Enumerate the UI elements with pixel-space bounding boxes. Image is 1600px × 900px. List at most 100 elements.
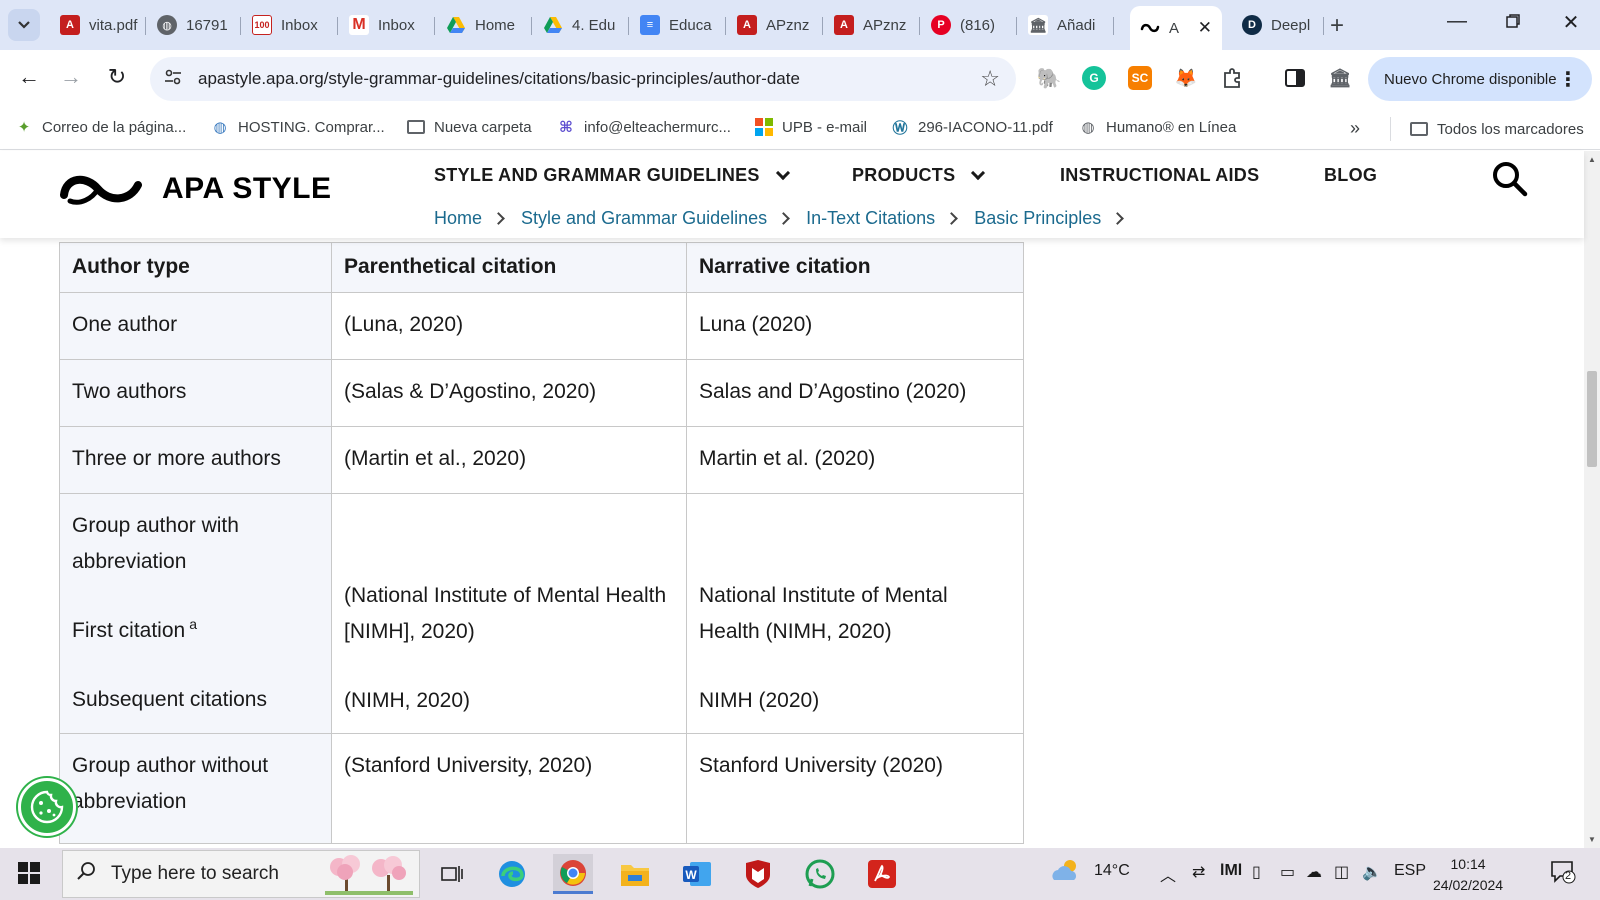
sync-icon[interactable]: ⇄ — [1192, 862, 1205, 882]
folder-icon — [406, 118, 426, 136]
bookmark-item[interactable]: ⌘ info@elteachermurc... — [556, 118, 731, 137]
more-bookmarks-icon[interactable]: » — [1350, 118, 1360, 139]
browser-tab[interactable]: D Deepl — [1232, 8, 1324, 42]
weather-temp[interactable]: 14°C — [1094, 862, 1130, 880]
table-row: Two authors (Salas & D’Agostino, 2020) S… — [59, 359, 1024, 427]
acrobat-icon[interactable] — [862, 854, 902, 894]
browser-tab[interactable]: A vita.pdf — [50, 8, 146, 42]
browser-tab[interactable]: P (816) — [921, 8, 1017, 42]
taskbar-search-box[interactable]: Type here to search — [62, 850, 420, 898]
tab-search-button[interactable] — [8, 9, 40, 41]
side-panel-icon[interactable] — [1283, 66, 1307, 90]
close-window-icon[interactable]: ✕ — [1556, 10, 1586, 35]
scrollbar-thumb[interactable] — [1587, 371, 1597, 467]
breadcrumb-style-grammar[interactable]: Style and Grammar Guidelines — [521, 208, 767, 229]
network-icon[interactable]: ◫ — [1334, 862, 1349, 882]
more-menu-icon[interactable]: ⋮ — [1558, 67, 1578, 92]
browser-tab[interactable]: 4. Edu — [533, 8, 629, 42]
bookmark-item[interactable]: ✦ Correo de la página... — [14, 118, 187, 137]
bookmark-item[interactable]: ◍ HOSTING. Comprar... — [210, 118, 384, 137]
sc-extension-icon[interactable]: SC — [1128, 66, 1152, 90]
globe-icon: ◍ — [213, 119, 227, 136]
breadcrumb: Home Style and Grammar Guidelines In-Tex… — [434, 208, 1140, 229]
scroll-down-icon[interactable]: ▼ — [1588, 835, 1596, 844]
chevron-right-icon — [1111, 212, 1125, 225]
browser-tab-active[interactable]: A ✕ — [1130, 6, 1222, 50]
browser-tab[interactable]: ◍ 16791 — [147, 8, 241, 42]
browser-tab[interactable]: A APznz — [824, 8, 920, 42]
nav-instructional-aids[interactable]: INSTRUCTIONAL AIDS — [1060, 165, 1259, 186]
chrome-update-button[interactable]: Nuevo Chrome disponible ⋮ — [1368, 57, 1592, 101]
cookie-settings-button[interactable] — [18, 778, 76, 836]
task-view-icon[interactable] — [432, 854, 472, 894]
grammarly-icon[interactable]: G — [1082, 66, 1106, 90]
file-explorer-icon[interactable] — [615, 854, 655, 894]
profile-icon[interactable]: 🏛 — [1328, 66, 1352, 90]
restore-icon[interactable] — [1498, 10, 1528, 34]
onedrive-icon[interactable]: ☁ — [1306, 862, 1322, 882]
narrative-cell: National Institute of Mental Health (NIM… — [686, 493, 1024, 734]
site-settings-icon[interactable] — [164, 69, 184, 90]
new-tab-icon[interactable]: + — [1330, 12, 1344, 40]
tab-title: APznz — [863, 16, 907, 34]
metamask-icon[interactable]: 🦊 — [1174, 66, 1198, 90]
breadcrumb-basic-principles[interactable]: Basic Principles — [974, 208, 1101, 229]
bookmark-label: Correo de la página... — [42, 118, 187, 136]
extensions-icon[interactable] — [1220, 66, 1244, 90]
input-language[interactable]: ESP — [1394, 862, 1426, 880]
cookie-icon — [30, 790, 64, 824]
tab-title: 16791 — [186, 16, 228, 34]
breadcrumb-home[interactable]: Home — [434, 208, 482, 229]
page-scrollbar[interactable]: ▲ ▼ — [1584, 151, 1600, 848]
chrome-taskbar-icon[interactable] — [553, 854, 593, 894]
apa-style-logo[interactable]: APA STYLE — [58, 169, 332, 209]
bookmark-item[interactable]: ◍ Humano® en Línea — [1078, 118, 1236, 137]
breadcrumb-in-text-citations[interactable]: In-Text Citations — [806, 208, 935, 229]
bookmark-item[interactable]: Ⓦ 296-IACONO-11.pdf — [890, 118, 1052, 137]
svg-text:W: W — [685, 868, 697, 882]
evernote-icon[interactable]: 🐘 — [1037, 66, 1061, 90]
meet-icon[interactable]: lΜl — [1220, 862, 1242, 880]
whatsapp-icon[interactable] — [800, 854, 840, 894]
weather-icon[interactable] — [1050, 858, 1082, 889]
chevron-up-icon[interactable]: ︿ — [1160, 862, 1176, 886]
bookmark-star-icon[interactable]: ☆ — [980, 66, 1000, 92]
browser-tab[interactable]: 100 Inbox — [242, 8, 338, 42]
bookmark-item[interactable]: Nueva carpeta — [406, 118, 532, 136]
address-bar[interactable]: apastyle.apa.org/style-grammar-guideline… — [150, 57, 1016, 101]
forward-icon[interactable]: → — [56, 64, 86, 90]
windows-start-icon[interactable] — [18, 862, 40, 884]
minimize-icon[interactable]: — — [1442, 10, 1472, 33]
battery-icon[interactable]: ▭ — [1280, 862, 1295, 882]
site-search-icon[interactable] — [1490, 159, 1530, 199]
url-text[interactable]: apastyle.apa.org/style-grammar-guideline… — [198, 69, 800, 89]
parenthetical-cell: (Stanford University, 2020) — [331, 733, 687, 844]
museum-icon: 🏛 — [1028, 15, 1048, 35]
tab-title: 4. Edu — [572, 16, 616, 34]
edge-icon[interactable] — [492, 854, 532, 894]
scroll-up-icon[interactable]: ▲ — [1588, 155, 1596, 164]
word-icon[interactable]: W — [677, 854, 717, 894]
volume-icon[interactable]: 🔈 — [1362, 862, 1382, 882]
close-tab-icon[interactable]: ✕ — [1198, 18, 1212, 38]
device-icon[interactable]: ▯ — [1252, 862, 1261, 882]
search-placeholder: Type here to search — [111, 863, 279, 884]
browser-tab[interactable]: Home — [436, 8, 532, 42]
author-type-cell: Three or more authors — [59, 426, 332, 494]
all-bookmarks[interactable]: Todos los marcadores — [1390, 117, 1584, 141]
browser-tab[interactable]: 🏛 Añadi — [1018, 8, 1114, 42]
nav-blog[interactable]: BLOG — [1324, 165, 1377, 186]
taskbar-clock[interactable]: 10:14 24/02/2024 — [1433, 854, 1503, 896]
table-row: One author (Luna, 2020) Luna (2020) — [59, 292, 1024, 360]
browser-tab[interactable]: A APznz — [727, 8, 823, 42]
bookmark-item[interactable]: UPB - e-mail — [754, 118, 867, 136]
nav-products[interactable]: PRODUCTS — [852, 165, 986, 186]
reload-icon[interactable]: ↻ — [102, 64, 132, 90]
browser-tab[interactable]: M Inbox — [339, 8, 435, 42]
nav-style-and-grammar[interactable]: STYLE AND GRAMMAR GUIDELINES — [434, 165, 790, 186]
notifications-icon[interactable]: 2 — [1550, 860, 1576, 889]
column-header: Author type — [59, 242, 332, 293]
back-icon[interactable]: ← — [14, 64, 44, 90]
mcafee-icon[interactable] — [738, 854, 778, 894]
browser-tab[interactable]: ≡ Educa — [630, 8, 726, 42]
